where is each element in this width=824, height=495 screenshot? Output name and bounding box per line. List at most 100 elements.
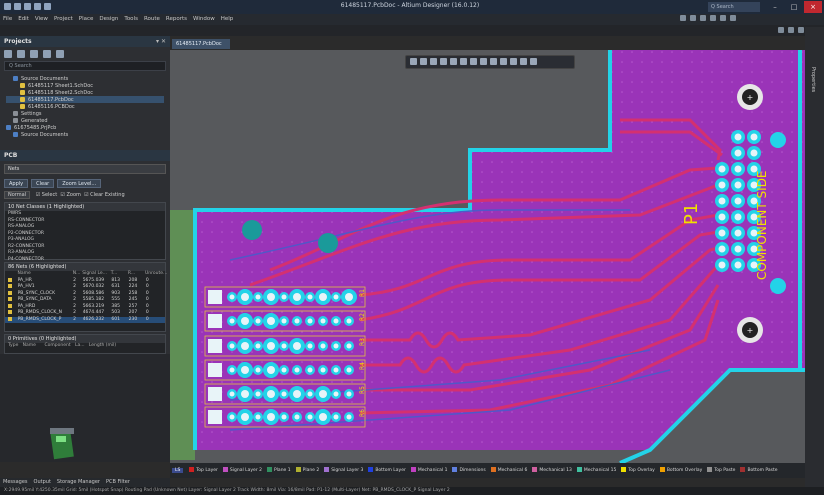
settings-icon[interactable] [730,15,736,21]
pcb-canvas[interactable]: + + P1 COMPONENT SIDE R1 R2 R3 R4 R5 R6 [170,50,805,463]
col-prim-name[interactable]: Name [23,343,36,348]
panel-controls[interactable]: ▾ ✕ [156,38,166,45]
tree-item[interactable]: 61485117 Sheet1.SchDoc [6,82,164,89]
length-tune-icon[interactable] [510,58,517,65]
layer-color-swatch [659,467,665,472]
layer-tab[interactable]: Bottom Paste [740,467,778,473]
menu-design[interactable]: Design [96,14,121,24]
layers-icon[interactable] [680,15,686,21]
layer-tab[interactable]: Dimensions [452,467,486,473]
menu-help[interactable]: Help [218,14,237,24]
menu-tools[interactable]: Tools [121,14,141,24]
via-icon[interactable] [450,58,457,65]
gear-icon[interactable] [56,50,64,58]
menu-edit[interactable]: Edit [15,14,32,24]
user-icon[interactable] [690,15,696,21]
apply-button[interactable]: Apply [4,179,29,188]
interactive-route-icon[interactable] [490,58,497,65]
document-icon[interactable] [30,50,38,58]
menu-icon[interactable] [4,50,12,58]
bell-icon[interactable] [788,27,794,33]
arc-icon[interactable] [530,58,537,65]
redo-icon[interactable] [44,3,51,10]
filter-icon[interactable] [410,58,417,65]
layer-tab[interactable]: Mechanical 15 [576,467,616,473]
tree-item[interactable]: 61485116.PCBDoc [6,103,164,110]
menu-route[interactable]: Route [141,14,163,24]
pcb-mode-select[interactable]: Nets [4,164,166,174]
gear-icon[interactable] [778,27,784,33]
clear-existing-checkbox[interactable]: ☑ Clear Existing [84,192,125,198]
close-icon[interactable]: × [804,1,822,13]
menu-place[interactable]: Place [76,14,97,24]
col-layer[interactable]: La... [75,343,85,348]
gear-icon[interactable] [700,15,706,21]
maximize-icon[interactable]: □ [785,1,803,13]
diff-pair-icon[interactable] [500,58,507,65]
layer-tab[interactable]: Top Layer [189,467,218,473]
col-type[interactable]: Type [8,343,18,348]
net-row[interactable]: PB_RMDS_CLOCK_P 2 4626.232 601 230 0 [5,316,165,323]
layer-tab[interactable]: Mechanical 1 [410,467,447,473]
tab-storage-manager[interactable]: Storage Manager [54,478,103,486]
folder-icon[interactable] [17,50,25,58]
tree-item[interactable]: 61485118 Sheet2.SchDoc [6,89,164,96]
line-icon[interactable] [520,58,527,65]
layer-tab[interactable]: Plane 2 [295,467,319,473]
minimize-icon[interactable]: – [766,1,784,13]
tree-item[interactable]: Source Documents [6,75,164,82]
tab-messages[interactable]: Messages [0,478,31,486]
zoom-level-button[interactable]: Zoom Level... [57,179,102,188]
document-tab[interactable]: 61485117.PcbDoc [172,39,230,49]
menu-reports[interactable]: Reports [163,14,190,24]
menu-file[interactable]: File [0,14,15,24]
net-cell-n: 2 [73,316,76,322]
tab-output[interactable]: Output [31,478,54,486]
col-length[interactable]: Length (mil) [89,343,116,348]
help-icon[interactable] [720,15,726,21]
undo-icon[interactable] [34,3,41,10]
pad-hole [229,294,235,300]
align-icon[interactable] [430,58,437,65]
menu-view[interactable]: View [32,14,51,24]
layer-tab[interactable]: Top Overlay [621,467,655,473]
layer-tab[interactable]: Plane 1 [266,467,291,473]
bell-icon[interactable] [710,15,716,21]
layer-tab[interactable]: Signal Layer 3 [324,467,363,473]
place-pad-icon[interactable] [440,58,447,65]
layer-color-swatch [189,467,195,472]
route-icon[interactable] [420,58,427,65]
layer-tab[interactable]: Mechanical 6 [490,467,527,473]
zoom-checkbox[interactable]: ☑ Zoom [60,192,81,198]
save-icon[interactable] [14,3,21,10]
refresh-icon[interactable] [43,50,51,58]
mask-mode-select[interactable]: Normal [4,191,31,199]
clear-button[interactable]: Clear [31,179,55,188]
tree-item[interactable]: 61485117.PcbDoc [6,96,164,103]
text-icon[interactable] [470,58,477,65]
menu-window[interactable]: Window [190,14,218,24]
tree-item[interactable]: Settings [6,110,164,117]
pad-hole [229,391,235,397]
projects-search-input[interactable]: Q Search [4,61,166,71]
open-icon[interactable] [24,3,31,10]
tab-pcb-filter[interactable]: PCB Filter [103,478,133,486]
layer-tab[interactable]: Signal Layer 2 [222,467,262,473]
layer-set-button[interactable]: LS [172,468,184,473]
user-icon[interactable] [798,27,804,33]
layer-tab[interactable]: Bottom Overlay [659,467,702,473]
tree-item[interactable]: Generated [6,117,164,124]
tree-item[interactable]: Source Documents [6,131,164,138]
select-checkbox[interactable]: ☑ Select [36,192,58,198]
layer-tab[interactable]: Bottom Layer [368,467,406,473]
pcb-board-drawing[interactable]: + + P1 COMPONENT SIDE R1 R2 R3 R4 R5 R6 [170,50,805,463]
global-search-input[interactable]: Q Search [708,2,760,12]
properties-tab[interactable]: Properties [810,67,816,92]
measure-icon[interactable] [480,58,487,65]
layer-tab[interactable]: Mechanical 13 [532,467,572,473]
layer-tab[interactable]: Top Paste [707,467,735,473]
polygon-icon[interactable] [460,58,467,65]
col-component[interactable]: Component [45,343,71,348]
tree-item[interactable]: 61675485.PrjPcb [6,124,164,131]
menu-project[interactable]: Project [51,14,76,24]
